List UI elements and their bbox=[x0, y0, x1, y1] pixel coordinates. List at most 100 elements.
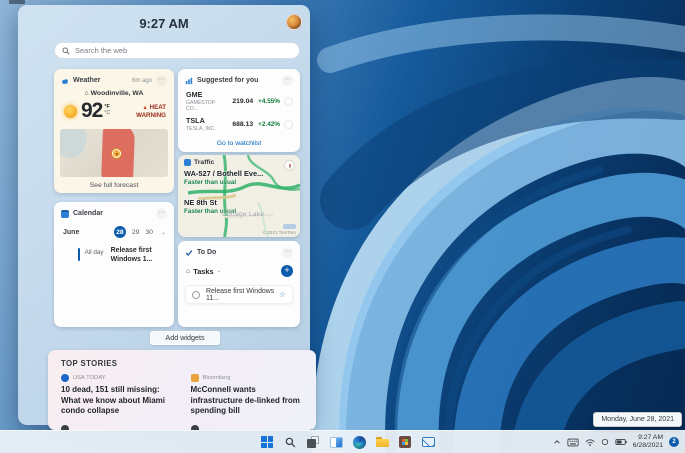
map-zoom-control[interactable] bbox=[283, 224, 296, 229]
news-story[interactable]: USA TODAY 10 dead, 151 still missing: Wh… bbox=[61, 374, 177, 417]
top-stories-card: TOP STORIES USA TODAY 10 dead, 151 still… bbox=[48, 350, 316, 430]
calendar-day-30[interactable]: 30 bbox=[145, 229, 153, 236]
tray-clock[interactable]: 9:27 AM 6/28/2021 bbox=[633, 434, 663, 450]
user-avatar[interactable] bbox=[286, 14, 302, 30]
add-widgets-button[interactable]: Add widgets bbox=[150, 331, 220, 345]
stock-watch-button[interactable] bbox=[284, 119, 293, 129]
stock-symbol: TSLA bbox=[186, 116, 205, 125]
weather-menu-button[interactable]: ⋯ bbox=[156, 75, 167, 86]
todo-title: To Do bbox=[197, 249, 217, 256]
notification-badge[interactable]: 2 bbox=[669, 437, 679, 447]
panel-clock: 9:27 AM bbox=[139, 16, 189, 31]
tray-chevron-up-icon[interactable] bbox=[553, 438, 561, 446]
add-task-button[interactable]: + bbox=[281, 265, 293, 277]
edge-icon bbox=[352, 435, 366, 449]
start-button[interactable] bbox=[259, 434, 275, 450]
calendar-icon bbox=[61, 209, 69, 218]
stock-watch-button[interactable] bbox=[284, 96, 293, 106]
quiet-hours-icon[interactable] bbox=[601, 438, 609, 446]
store-icon bbox=[399, 436, 411, 448]
temperature-value: 92 bbox=[81, 99, 103, 122]
chevron-down-icon[interactable]: ⌄ bbox=[161, 229, 166, 236]
weather-title: Weather bbox=[73, 77, 101, 84]
stocks-menu-button[interactable]: ⋯ bbox=[282, 75, 293, 86]
task-view-button[interactable] bbox=[305, 434, 321, 450]
calendar-menu-button[interactable]: ⋯ bbox=[156, 208, 167, 219]
bloomberg-logo bbox=[190, 374, 199, 382]
stock-symbol: GME bbox=[186, 90, 203, 99]
desktop: 9:27 AM Weather 6m ago ⋯ ⌂ Woodinvi bbox=[0, 0, 685, 453]
location-marker bbox=[112, 149, 121, 158]
todo-widget[interactable]: To Do ⋯ ⌂ Tasks ⌄ + Release first Window… bbox=[178, 241, 300, 327]
top-stories-header: TOP STORIES bbox=[61, 359, 118, 368]
wifi-icon[interactable] bbox=[585, 438, 595, 447]
todo-task-row[interactable]: Release first Windows 11... ☆ bbox=[185, 285, 293, 304]
traffic-title: Traffic bbox=[194, 159, 215, 166]
stock-row-gme[interactable]: GME GAMESTOP CO... 219.04 +4.55% bbox=[178, 86, 300, 112]
stocks-widget[interactable]: Suggested for you ⋯ GME GAMESTOP CO... 2… bbox=[178, 69, 300, 152]
warning-triangle-icon: ▲ bbox=[142, 104, 148, 111]
go-to-watchlist-link[interactable]: Go to watchlist bbox=[178, 140, 300, 147]
weather-updated: 6m ago bbox=[131, 77, 152, 84]
todo-check-icon bbox=[185, 249, 193, 256]
story-headline: McConnell wants infrastructure de-linked… bbox=[190, 385, 300, 415]
widgets-icon bbox=[329, 436, 343, 448]
heat-warning-badge: ▲ HEAT WARNING bbox=[136, 103, 166, 119]
unit-celsius[interactable]: °C bbox=[104, 110, 110, 116]
widgets-button[interactable] bbox=[328, 434, 344, 450]
web-search-bar[interactable] bbox=[54, 42, 300, 59]
search-icon bbox=[285, 437, 295, 447]
todo-menu-button[interactable]: ⋯ bbox=[282, 247, 293, 258]
calendar-widget[interactable]: Calendar ⋯ June 28 29 30 ⌄ All day Relea… bbox=[54, 202, 174, 327]
event-color-bar bbox=[78, 248, 80, 261]
weather-widget[interactable]: Weather 6m ago ⋯ ⌂ Woodinville, WA 92 °F… bbox=[54, 69, 174, 193]
event-time: All day bbox=[84, 249, 104, 256]
stocks-title: Suggested for you bbox=[197, 77, 259, 84]
search-icon bbox=[62, 47, 70, 55]
tasks-list-label[interactable]: Tasks bbox=[193, 267, 213, 276]
weather-location: ⌂ Woodinville, WA bbox=[84, 90, 144, 97]
see-full-forecast-link[interactable]: See full forecast bbox=[54, 182, 174, 189]
stocks-chart-icon bbox=[185, 77, 193, 84]
recycle-bin-label-partial bbox=[9, 0, 25, 4]
file-explorer-button[interactable] bbox=[374, 434, 390, 450]
location-pin-icon: ⌂ bbox=[84, 90, 89, 97]
calendar-event[interactable]: All day Release first Windows 1... bbox=[54, 238, 174, 264]
edge-browser-button[interactable] bbox=[351, 434, 367, 450]
mail-button[interactable] bbox=[420, 434, 436, 450]
windows-logo-icon bbox=[261, 436, 273, 448]
stock-change: +2.42% bbox=[258, 120, 280, 128]
sun-icon bbox=[64, 104, 77, 118]
weather-cloud-icon bbox=[62, 78, 68, 84]
search-input[interactable] bbox=[75, 46, 292, 55]
map-place-label: Cottage Lake bbox=[222, 211, 265, 218]
stock-row-tsla[interactable]: TSLA TESLA, INC. 688.13 +2.42% bbox=[178, 112, 300, 132]
stock-price: 219.04 bbox=[232, 97, 254, 105]
story-source: USA TODAY bbox=[73, 375, 106, 381]
traffic-widget[interactable]: Traffic WA-527 / Bothell Eve... Faster t… bbox=[178, 155, 300, 237]
battery-icon[interactable] bbox=[615, 438, 627, 446]
map-water-region bbox=[60, 129, 91, 162]
traffic-icon bbox=[184, 159, 191, 166]
story-source: Bloomberg bbox=[202, 375, 231, 381]
touch-keyboard-icon[interactable] bbox=[567, 438, 579, 447]
taskbar: 9:27 AM 6/28/2021 2 bbox=[0, 430, 685, 453]
tray-date: 6/28/2021 bbox=[632, 442, 663, 449]
calendar-month: June bbox=[63, 228, 80, 236]
calendar-day-28[interactable]: 28 bbox=[113, 226, 126, 238]
weather-warning-map[interactable] bbox=[60, 129, 168, 177]
task-checkbox[interactable] bbox=[192, 290, 200, 299]
task-view-icon bbox=[307, 436, 319, 448]
taskbar-search-button[interactable] bbox=[282, 434, 298, 450]
chevron-down-icon[interactable]: ⌄ bbox=[217, 268, 222, 274]
microsoft-store-button[interactable] bbox=[397, 434, 413, 450]
map-attribution: © 2021 TomTom bbox=[262, 230, 296, 235]
tray-time: 9:27 AM bbox=[638, 434, 663, 441]
stock-price: 688.13 bbox=[232, 120, 254, 128]
traffic-route-status: Faster than usual bbox=[184, 179, 237, 186]
map-compass-button[interactable] bbox=[284, 160, 295, 171]
news-story[interactable]: Bloomberg McConnell wants infrastructure… bbox=[190, 374, 307, 417]
calendar-day-29[interactable]: 29 bbox=[132, 229, 140, 236]
stock-company: GAMESTOP CO... bbox=[186, 100, 216, 112]
task-star-icon[interactable]: ☆ bbox=[279, 290, 286, 299]
